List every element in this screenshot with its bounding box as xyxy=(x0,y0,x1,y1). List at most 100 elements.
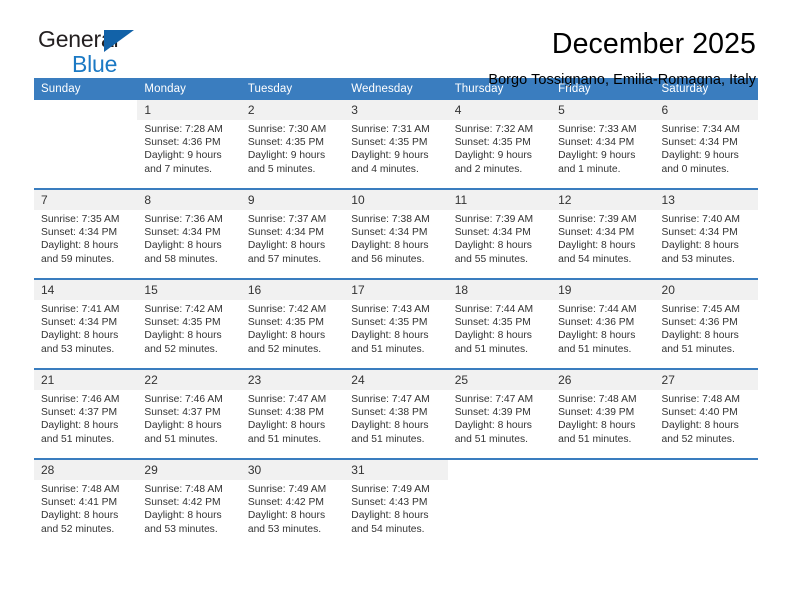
day-cell[interactable]: Sunrise: 7:47 AM Sunset: 4:38 PM Dayligh… xyxy=(240,390,345,458)
day-cell[interactable]: Sunrise: 7:43 AM Sunset: 4:35 PM Dayligh… xyxy=(344,300,448,368)
day-number[interactable]: 2 xyxy=(240,100,345,120)
sunrise-text: Sunrise: 7:39 AM xyxy=(558,214,637,225)
day-number[interactable]: 4 xyxy=(447,100,552,120)
day-cell[interactable]: Sunrise: 7:48 AM Sunset: 4:40 PM Dayligh… xyxy=(654,390,758,458)
day-cell[interactable]: Sunrise: 7:49 AM Sunset: 4:43 PM Dayligh… xyxy=(344,480,448,548)
daylight-text-line2: and 51 minutes. xyxy=(558,433,632,445)
day-number[interactable]: 14 xyxy=(34,280,138,300)
daylight-text-line2: and 55 minutes. xyxy=(454,253,528,265)
day-number[interactable]: 17 xyxy=(344,280,448,300)
day-cell[interactable]: Sunrise: 7:48 AM Sunset: 4:42 PM Dayligh… xyxy=(137,480,241,548)
sunrise-text: Sunrise: 7:34 AM xyxy=(661,124,740,135)
day-cell[interactable]: Sunrise: 7:39 AM Sunset: 4:34 PM Dayligh… xyxy=(447,210,552,278)
day-cell[interactable]: Sunrise: 7:39 AM Sunset: 4:34 PM Dayligh… xyxy=(551,210,655,278)
sunrise-text: Sunrise: 7:48 AM xyxy=(558,394,637,405)
day-number[interactable]: 1 xyxy=(137,100,241,120)
day-number[interactable]: 19 xyxy=(551,280,655,300)
daylight-text-line1: Daylight: 8 hours xyxy=(558,420,636,432)
day-cell[interactable]: Sunrise: 7:48 AM Sunset: 4:39 PM Dayligh… xyxy=(551,390,655,458)
day-cell[interactable]: Sunrise: 7:34 AM Sunset: 4:34 PM Dayligh… xyxy=(654,120,758,188)
sunset-text: Sunset: 4:34 PM xyxy=(661,137,738,149)
sunset-text: Sunset: 4:38 PM xyxy=(351,407,428,419)
daylight-text-line2: and 52 minutes. xyxy=(144,343,218,355)
day-number[interactable]: 27 xyxy=(654,370,758,390)
daylight-text-line2: and 54 minutes. xyxy=(558,253,632,265)
day-cell[interactable]: Sunrise: 7:40 AM Sunset: 4:34 PM Dayligh… xyxy=(654,210,758,278)
day-cell[interactable]: Sunrise: 7:33 AM Sunset: 4:34 PM Dayligh… xyxy=(551,120,655,188)
day-number[interactable]: 5 xyxy=(551,100,655,120)
daylight-text-line2: and 51 minutes. xyxy=(454,433,528,445)
day-cell[interactable]: Sunrise: 7:47 AM Sunset: 4:38 PM Dayligh… xyxy=(344,390,448,458)
day-number[interactable]: 9 xyxy=(240,190,345,210)
week-3-details: Sunrise: 7:41 AM Sunset: 4:34 PM Dayligh… xyxy=(34,300,758,368)
daylight-text-line1: Daylight: 8 hours xyxy=(41,420,119,432)
day-number[interactable]: 24 xyxy=(344,370,448,390)
daylight-text-line2: and 51 minutes. xyxy=(661,343,735,355)
daylight-text-line1: Daylight: 8 hours xyxy=(558,240,636,252)
sunset-text: Sunset: 4:34 PM xyxy=(247,227,324,239)
day-cell[interactable]: Sunrise: 7:42 AM Sunset: 4:35 PM Dayligh… xyxy=(240,300,345,368)
sunset-text: Sunset: 4:41 PM xyxy=(41,497,118,509)
day-number[interactable]: 15 xyxy=(137,280,241,300)
day-number[interactable]: 11 xyxy=(447,190,552,210)
day-number[interactable]: 3 xyxy=(344,100,448,120)
day-number[interactable]: 29 xyxy=(137,460,241,480)
day-cell[interactable]: Sunrise: 7:46 AM Sunset: 4:37 PM Dayligh… xyxy=(34,390,138,458)
day-number[interactable]: 10 xyxy=(344,190,448,210)
calendar-page: General Blue December 2025 Borgo Tossign… xyxy=(0,0,792,612)
day-cell[interactable]: Sunrise: 7:37 AM Sunset: 4:34 PM Dayligh… xyxy=(240,210,345,278)
sunset-text: Sunset: 4:35 PM xyxy=(247,317,324,329)
sunrise-text: Sunrise: 7:49 AM xyxy=(351,484,430,495)
day-cell[interactable]: Sunrise: 7:30 AM Sunset: 4:35 PM Dayligh… xyxy=(240,120,345,188)
sunrise-text: Sunrise: 7:47 AM xyxy=(351,394,430,405)
day-number[interactable]: 12 xyxy=(551,190,655,210)
day-cell[interactable]: Sunrise: 7:42 AM Sunset: 4:35 PM Dayligh… xyxy=(137,300,241,368)
day-number[interactable]: 8 xyxy=(137,190,241,210)
day-number[interactable]: 18 xyxy=(447,280,552,300)
day-number[interactable]: 23 xyxy=(240,370,345,390)
day-cell[interactable]: Sunrise: 7:44 AM Sunset: 4:35 PM Dayligh… xyxy=(447,300,552,368)
sunset-text: Sunset: 4:37 PM xyxy=(144,407,221,419)
daylight-text-line1: Daylight: 9 hours xyxy=(661,150,739,162)
day-number[interactable]: 16 xyxy=(240,280,345,300)
sunset-text: Sunset: 4:39 PM xyxy=(558,407,635,419)
sunrise-text: Sunrise: 7:33 AM xyxy=(558,124,637,135)
day-cell[interactable]: Sunrise: 7:48 AM Sunset: 4:41 PM Dayligh… xyxy=(34,480,138,548)
day-number[interactable]: 25 xyxy=(447,370,552,390)
day-number[interactable]: 22 xyxy=(137,370,241,390)
day-cell[interactable]: Sunrise: 7:32 AM Sunset: 4:35 PM Dayligh… xyxy=(447,120,552,188)
daylight-text-line1: Daylight: 8 hours xyxy=(247,240,326,252)
sunrise-text: Sunrise: 7:42 AM xyxy=(247,304,327,315)
day-cell[interactable]: Sunrise: 7:36 AM Sunset: 4:34 PM Dayligh… xyxy=(137,210,241,278)
sunrise-text: Sunrise: 7:46 AM xyxy=(41,394,120,405)
day-number[interactable]: 21 xyxy=(34,370,138,390)
sunrise-text: Sunrise: 7:43 AM xyxy=(351,304,430,315)
day-number[interactable]: 6 xyxy=(654,100,758,120)
daylight-text-line1: Daylight: 8 hours xyxy=(351,240,429,252)
daylight-text-line1: Daylight: 8 hours xyxy=(144,420,222,432)
day-number[interactable]: 28 xyxy=(34,460,138,480)
day-number xyxy=(447,460,552,480)
day-cell[interactable]: Sunrise: 7:46 AM Sunset: 4:37 PM Dayligh… xyxy=(137,390,241,458)
day-cell[interactable]: Sunrise: 7:49 AM Sunset: 4:42 PM Dayligh… xyxy=(240,480,345,548)
daylight-text-line2: and 57 minutes. xyxy=(247,253,322,265)
day-cell xyxy=(551,480,655,548)
day-cell[interactable]: Sunrise: 7:38 AM Sunset: 4:34 PM Dayligh… xyxy=(344,210,448,278)
day-number[interactable]: 30 xyxy=(240,460,345,480)
day-cell[interactable]: Sunrise: 7:31 AM Sunset: 4:35 PM Dayligh… xyxy=(344,120,448,188)
sunrise-text: Sunrise: 7:45 AM xyxy=(661,304,740,315)
day-number[interactable]: 20 xyxy=(654,280,758,300)
sunset-text: Sunset: 4:34 PM xyxy=(558,227,635,239)
sunrise-text: Sunrise: 7:41 AM xyxy=(41,304,120,315)
day-cell[interactable]: Sunrise: 7:28 AM Sunset: 4:36 PM Dayligh… xyxy=(137,120,241,188)
day-number[interactable]: 26 xyxy=(551,370,655,390)
day-cell[interactable]: Sunrise: 7:35 AM Sunset: 4:34 PM Dayligh… xyxy=(34,210,138,278)
day-number[interactable]: 31 xyxy=(344,460,448,480)
day-number[interactable]: 13 xyxy=(654,190,758,210)
day-cell[interactable]: Sunrise: 7:47 AM Sunset: 4:39 PM Dayligh… xyxy=(447,390,552,458)
day-cell xyxy=(34,120,138,188)
day-cell[interactable]: Sunrise: 7:41 AM Sunset: 4:34 PM Dayligh… xyxy=(34,300,138,368)
day-number[interactable]: 7 xyxy=(34,190,138,210)
day-cell[interactable]: Sunrise: 7:45 AM Sunset: 4:36 PM Dayligh… xyxy=(654,300,758,368)
day-cell[interactable]: Sunrise: 7:44 AM Sunset: 4:36 PM Dayligh… xyxy=(551,300,655,368)
